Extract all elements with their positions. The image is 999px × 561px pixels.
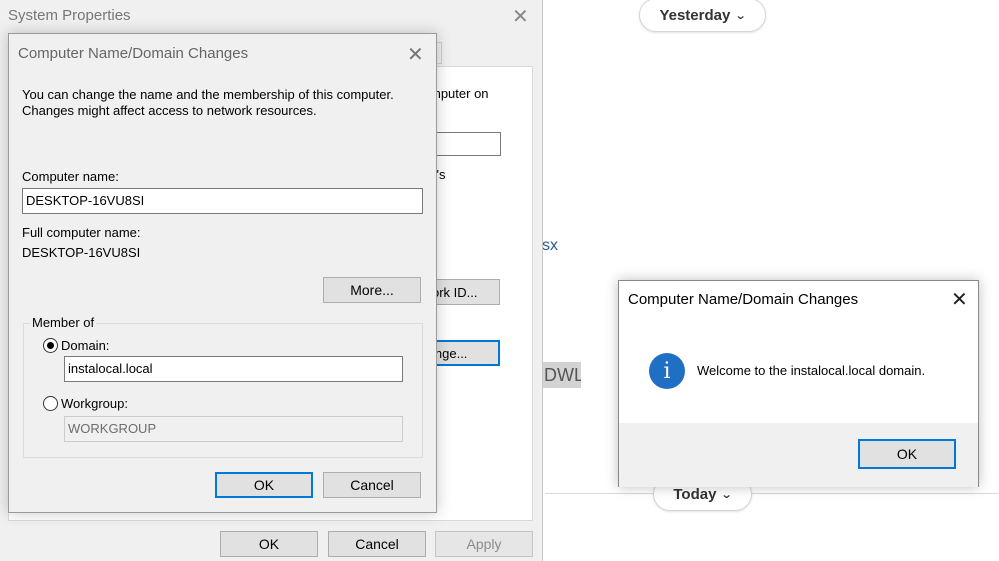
workgroup-input[interactable]: WORKGROUP [64, 416, 403, 442]
cancel-button[interactable]: Cancel [328, 531, 426, 557]
network-id-button[interactable]: ork ID... [430, 279, 500, 305]
computer-description-input[interactable] [430, 132, 501, 156]
chevron-down-icon: ⌄ [721, 488, 734, 501]
member-of-label: Member of [30, 315, 97, 330]
computer-name-dialog: Computer Name/Domain Changes ✕ You can c… [8, 33, 437, 513]
domain-radio[interactable] [43, 338, 58, 353]
close-icon[interactable]: ✕ [407, 42, 424, 67]
domain-label: Domain: [61, 338, 110, 353]
info-icon: i [649, 353, 685, 389]
full-name-label: Full computer name: [22, 225, 141, 240]
change-button[interactable]: inge... [430, 340, 500, 366]
ok-button[interactable]: OK [220, 531, 318, 557]
user-tag-fragment: DWL [543, 362, 581, 388]
day-divider [545, 493, 999, 494]
more-button[interactable]: More... [323, 277, 421, 303]
workgroup-radio[interactable] [43, 396, 58, 411]
apply-button[interactable]: Apply [435, 531, 533, 557]
full-name-value: DESKTOP-16VU8SI [22, 245, 141, 260]
ok-button[interactable]: OK [215, 472, 313, 498]
close-icon[interactable]: ✕ [951, 287, 968, 312]
yesterday-label: Yesterday [659, 6, 731, 24]
cancel-button[interactable]: Cancel [323, 472, 421, 498]
close-icon[interactable]: ✕ [512, 4, 529, 29]
chevron-down-icon: ⌄ [734, 9, 747, 22]
computer-name-input[interactable]: DESKTOP-16VU8SI [22, 188, 423, 214]
domain-input[interactable]: instalocal.local [64, 356, 403, 382]
intro-text-line2: Changes might affect access to network r… [22, 103, 317, 118]
ok-button[interactable]: OK [858, 439, 956, 469]
description-fragment: mputer on [430, 86, 489, 101]
welcome-message: Welcome to the instalocal.local domain. [697, 363, 926, 378]
window-title: System Properties [8, 7, 131, 24]
message-title: Computer Name/Domain Changes [628, 291, 859, 308]
yesterday-pill[interactable]: Yesterday ⌄ [639, 0, 766, 32]
dialog-title: Computer Name/Domain Changes [18, 45, 249, 62]
computer-name-label: Computer name: [22, 169, 119, 184]
today-label: Today [673, 485, 717, 503]
file-link-fragment[interactable]: sx [542, 237, 558, 255]
welcome-message-box: Computer Name/Domain Changes ✕ i Welcome… [618, 280, 979, 487]
workgroup-label: Workgroup: [61, 396, 128, 411]
intro-text-line1: You can change the name and the membersh… [22, 87, 394, 102]
